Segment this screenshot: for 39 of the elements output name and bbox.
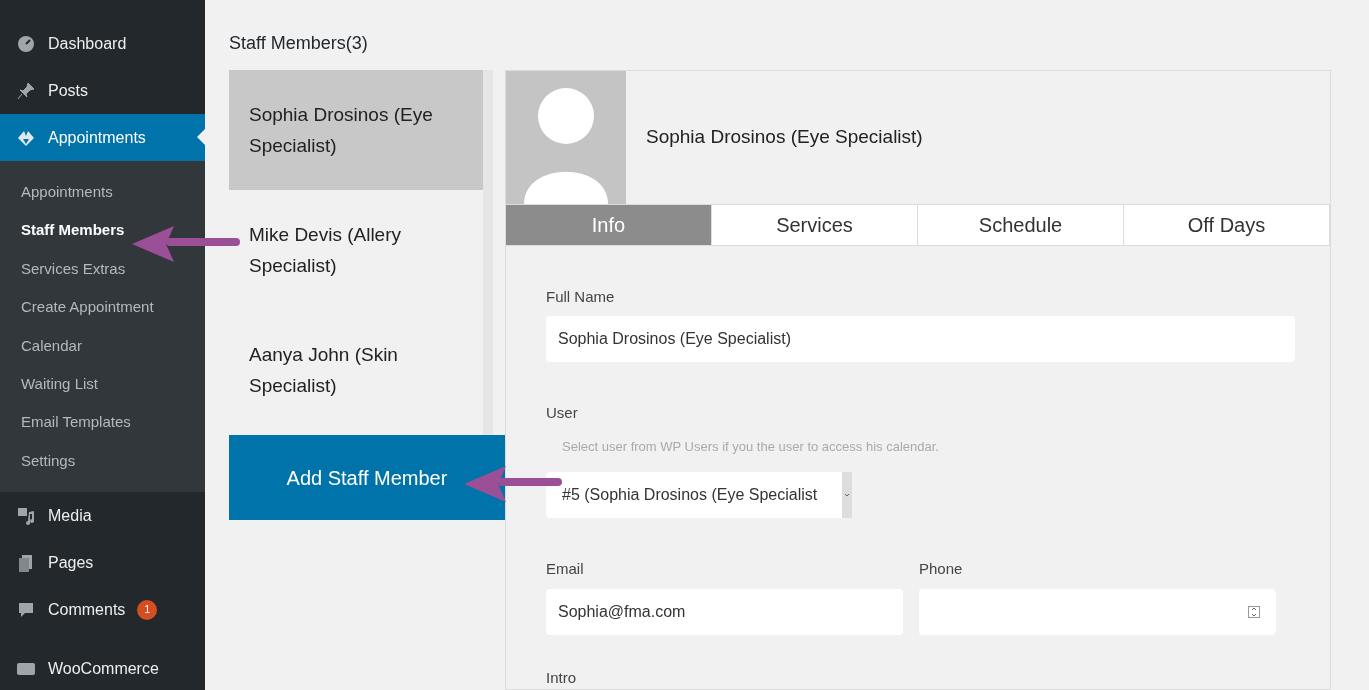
field-hint: Select user from WP Users if you the user to access his calendar. (562, 437, 940, 456)
field-label: User (546, 403, 579, 423)
submenu-item[interactable]: Appointments (0, 173, 205, 212)
tab[interactable]: Off Days (1124, 205, 1330, 245)
submenu-item[interactable]: Settings (0, 441, 205, 481)
menu-item[interactable]: Dashboard (0, 20, 205, 67)
pin-icon (16, 80, 36, 101)
submenu-item[interactable]: Email Templates (0, 403, 205, 442)
submenu-item[interactable]: Calendar (0, 326, 205, 365)
profile-name: Sophia Drosinos (Eye Specialist) (646, 125, 923, 150)
menu-item[interactable]: Posts (0, 67, 205, 114)
field-label: Email (546, 559, 585, 579)
menu-item[interactable]: Comments 1 (0, 586, 205, 634)
menu-item[interactable]: Media (0, 492, 205, 540)
staff-list-item[interactable]: Sophia Drosinos (Eye Specialist) (229, 70, 483, 190)
user-select[interactable]: #5 (Sophia Drosinos (Eye Specialist (546, 472, 852, 518)
phone-field[interactable] (919, 588, 1276, 635)
gauge-icon (16, 33, 36, 54)
full-name-field[interactable]: Sophia Drosinos (Eye Specialist) (546, 316, 1295, 362)
email-field[interactable]: Sophia@fma.com (546, 588, 903, 635)
field-label: Phone (919, 559, 964, 579)
field-label: Intro (546, 667, 577, 688)
field-label: Full Name (546, 286, 616, 307)
tab[interactable]: Schedule (918, 205, 1124, 245)
caret-icon (842, 472, 852, 518)
menu-item[interactable]: WooCommerce (0, 645, 205, 690)
media-icon (16, 505, 36, 526)
active-pointer-icon (197, 129, 205, 145)
spinner-icon (1248, 605, 1260, 618)
add-staff-button[interactable]: Add Staff Member (229, 435, 505, 520)
submenu-item[interactable]: Waiting List (0, 364, 205, 404)
menu-item[interactable]: Pages (0, 539, 205, 587)
submenu-item[interactable]: Create Appointment (0, 288, 205, 327)
submenu-item[interactable]: Staff Members (0, 211, 205, 250)
menu-item[interactable]: Appointments (0, 114, 205, 161)
submenu-item[interactable]: Services Extras (0, 249, 205, 289)
page-title: Staff Members(3) (229, 32, 369, 55)
tab[interactable]: Services (712, 205, 918, 245)
notification-badge: 1 (137, 599, 158, 620)
